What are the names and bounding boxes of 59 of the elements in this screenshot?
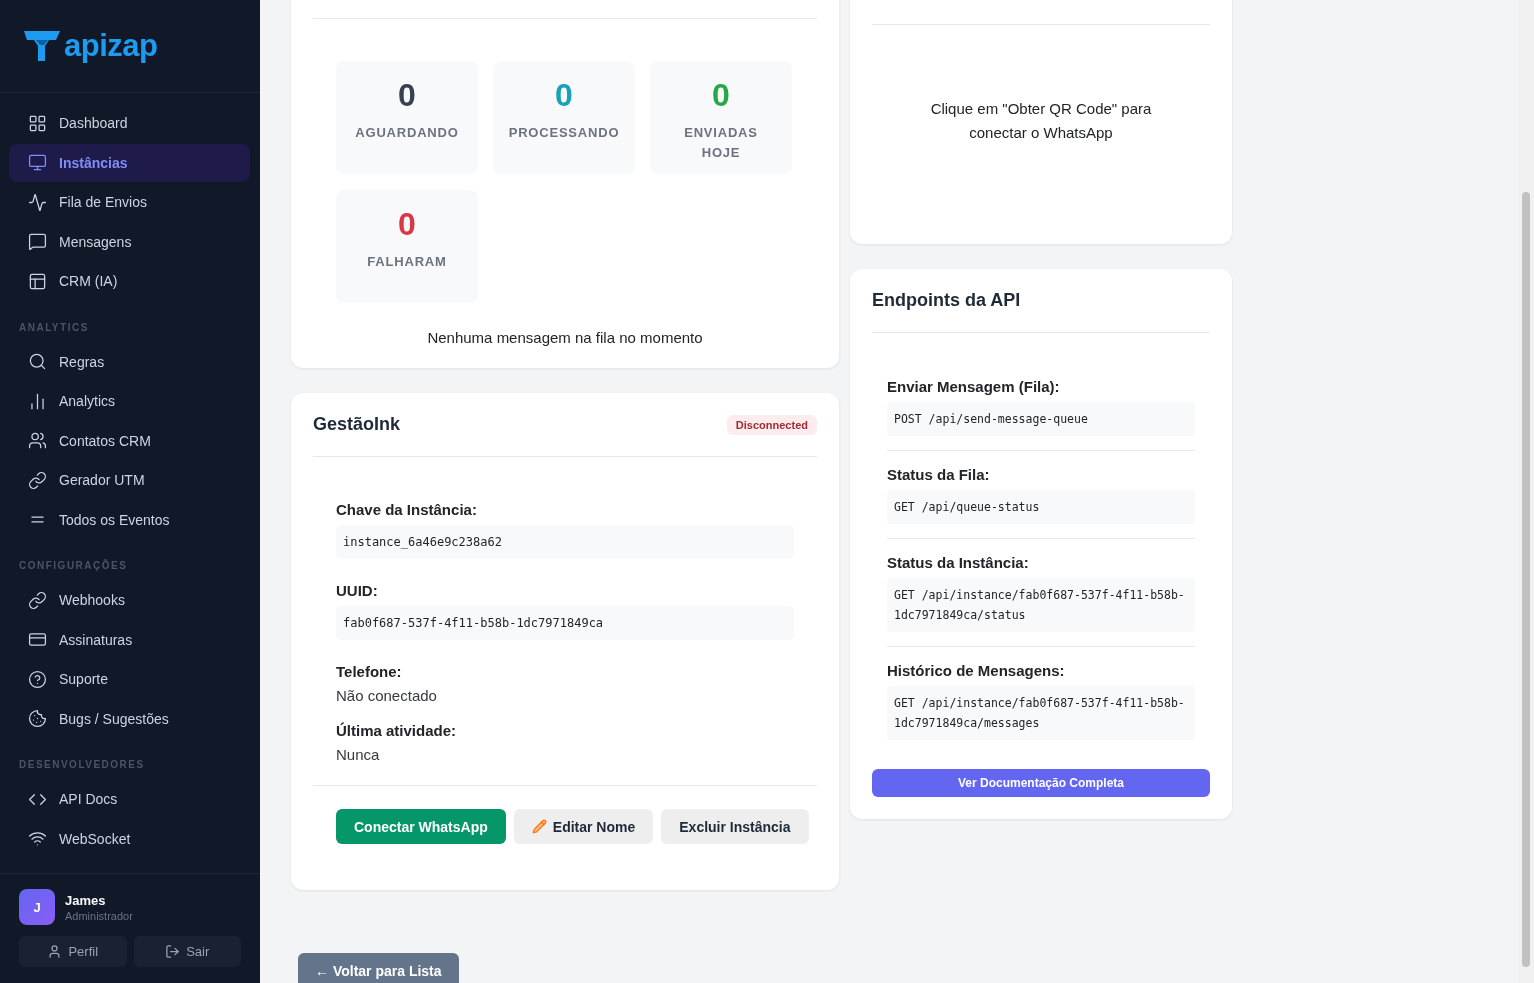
stat-label: FALHARAM xyxy=(367,253,447,271)
code-value: fab0f687-537f-4f11-b58b-1dc7971849ca xyxy=(336,606,794,640)
endpoint-label: Histórico de Mensagens: xyxy=(887,662,1066,679)
logo-text: apizap xyxy=(64,28,158,64)
nav-item[interactable]: API Docs xyxy=(9,780,250,818)
stat-label: AGUARDANDO xyxy=(355,124,459,142)
logout-button[interactable]: Sair xyxy=(133,936,241,967)
nav-item[interactable]: Contatos CRM xyxy=(9,421,250,460)
stat-value: 0 xyxy=(712,77,730,113)
stat-value: 0 xyxy=(555,77,573,113)
delete-button[interactable]: Excluir Instância xyxy=(661,809,809,844)
endpoints-title: Endpoints da API xyxy=(872,290,1021,311)
section-label: CONFIGURAÇÕES xyxy=(18,558,129,573)
endpoint-code: GET /api/instance/fab0f687-537f-4f11-b58b-1dc7971849ca/messages xyxy=(887,686,1195,740)
docs-button[interactable]: Ver Documentação Completa xyxy=(872,769,1210,797)
nav-item[interactable]: Regras xyxy=(9,342,250,381)
avatar: J xyxy=(19,889,55,925)
section-label: ANALYTICS xyxy=(18,320,90,335)
nav-item[interactable]: Fila de Envios xyxy=(9,183,250,221)
field-label: UUID: xyxy=(336,582,379,599)
endpoint-code: GET /api/instance/fab0f687-537f-4f11-b58b-1dc7971849ca/status xyxy=(887,578,1195,632)
stat-value: 0 xyxy=(398,206,416,242)
stat-value: 0 xyxy=(398,77,416,113)
nav-item[interactable]: Suporte xyxy=(9,660,250,698)
endpoint-label: Status da Fila: xyxy=(887,466,991,483)
nav-item[interactable]: Webhooks xyxy=(9,581,250,619)
nav-item[interactable]: Dashboard xyxy=(9,104,250,142)
endpoint-code: GET /api/queue-status xyxy=(887,490,1195,524)
connect-button[interactable]: Conectar WhatsApp xyxy=(336,809,506,844)
code-value: instance_6a46e9c238a62 xyxy=(336,525,794,559)
qr-message: Clique em "Obter QR Code" para conectar o WhatsApp xyxy=(929,98,1153,143)
nav-item[interactable]: CRM (IA) xyxy=(9,262,250,300)
nav-item[interactable]: Mensagens xyxy=(9,222,250,261)
field-value: Não conectado xyxy=(336,687,438,704)
user-name: James xyxy=(65,892,107,908)
field-label: Última atividade: xyxy=(336,722,458,739)
nav-item[interactable]: Bugs / Sugestões xyxy=(9,699,250,738)
nav-item[interactable]: Analytics xyxy=(9,382,250,420)
stat-label: ENVIADAS HOJE xyxy=(683,124,759,162)
nav-item[interactable]: Todos os Eventos xyxy=(9,500,250,539)
endpoint-label: Enviar Mensagem (Fila): xyxy=(887,378,1061,395)
empty-message: Nenhuma mensagem na fila no momento xyxy=(426,329,704,346)
field-label: Chave da Instância: xyxy=(336,501,478,518)
nav-item[interactable]: Gerador UTM xyxy=(9,461,250,499)
status-badge: Disconnected xyxy=(726,414,817,435)
stat-label: PROCESSANDO xyxy=(508,124,620,142)
endpoint-label: Status da Instância: xyxy=(887,554,1030,571)
instance-title: GestãoInk xyxy=(313,414,401,435)
profile-button[interactable]: Perfil xyxy=(19,936,127,967)
back-button[interactable]: ← Voltar para Lista xyxy=(298,953,459,983)
section-label: DESENVOLVEDORES xyxy=(18,758,146,772)
field-value: Nunca xyxy=(336,746,381,763)
edit-button[interactable]: Editar Nome xyxy=(513,809,654,844)
endpoint-code: POST /api/send-message-queue xyxy=(887,402,1195,436)
nav-item[interactable]: Assinaturas xyxy=(9,620,250,659)
nav-item[interactable]: Instâncias xyxy=(9,143,250,182)
user-role: Administrador xyxy=(65,909,133,922)
nav-item[interactable]: WebSocket xyxy=(9,819,250,858)
field-label: Telefone: xyxy=(336,663,403,680)
